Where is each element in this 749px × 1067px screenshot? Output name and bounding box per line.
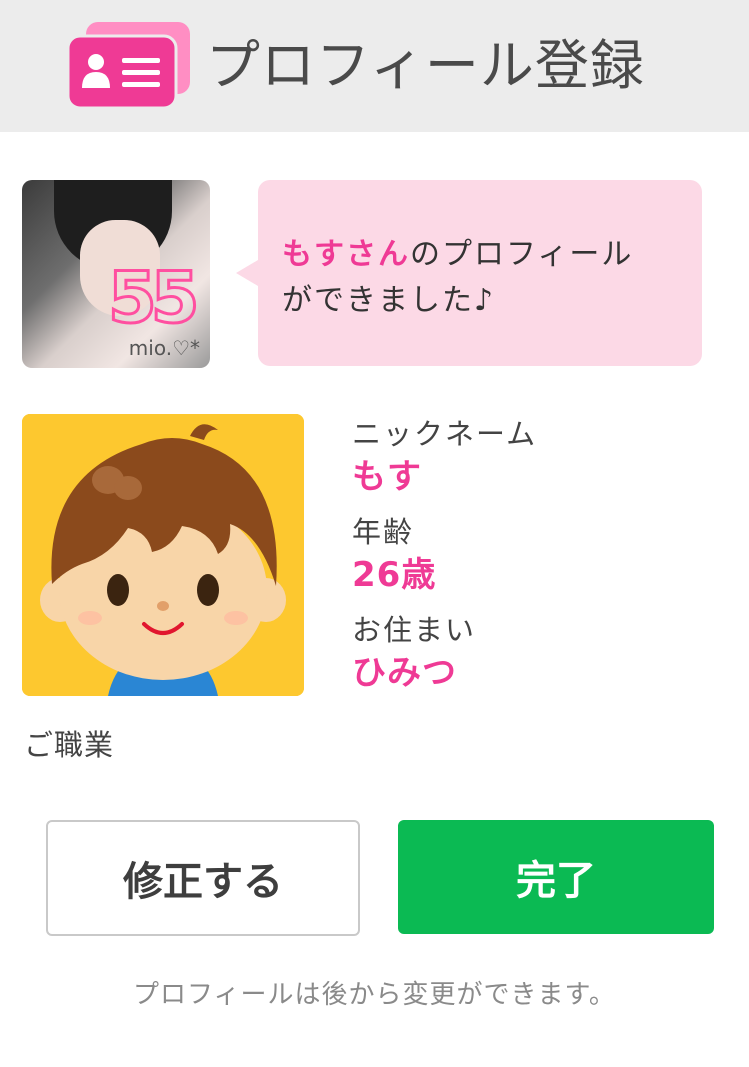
photo-deco-number: 55: [106, 257, 200, 340]
partner-avatar-photo: 55 mio.♡*: [22, 180, 210, 368]
age-value: 26歳: [352, 555, 437, 595]
page-title: プロフィール登録: [206, 34, 645, 97]
edit-button[interactable]: 修正する: [46, 820, 360, 936]
bubble-message: もすさんのプロフィール ができました♪: [282, 232, 633, 324]
bubble-line1: のプロフィール: [410, 237, 634, 272]
done-button[interactable]: 完了: [398, 820, 714, 934]
age-label: 年齢: [352, 515, 415, 549]
header-bar: プロフィール登録: [0, 0, 749, 132]
user-avatar-character[interactable]: [22, 414, 304, 696]
speech-bubble: もすさんのプロフィール ができました♪: [236, 180, 702, 366]
nickname-label: ニックネーム: [352, 417, 538, 451]
boy-avatar-icon: [22, 414, 304, 696]
nickname-value: もす: [352, 457, 422, 497]
residence-value: ひみつ: [352, 653, 457, 693]
bubble-user-name: もすさん: [282, 237, 410, 272]
profile-card-icon: [66, 22, 190, 108]
profile-info: ニックネーム もす 年齢 26歳 お住まい ひみつ: [352, 414, 537, 708]
bubble-line2: ができました♪: [282, 283, 496, 318]
photo-caption: mio.♡*: [128, 336, 200, 360]
residence-label: お住まい: [352, 613, 477, 647]
footer-note: プロフィールは後から変更ができます。: [133, 980, 616, 1010]
occupation-label: ご職業: [24, 728, 115, 762]
